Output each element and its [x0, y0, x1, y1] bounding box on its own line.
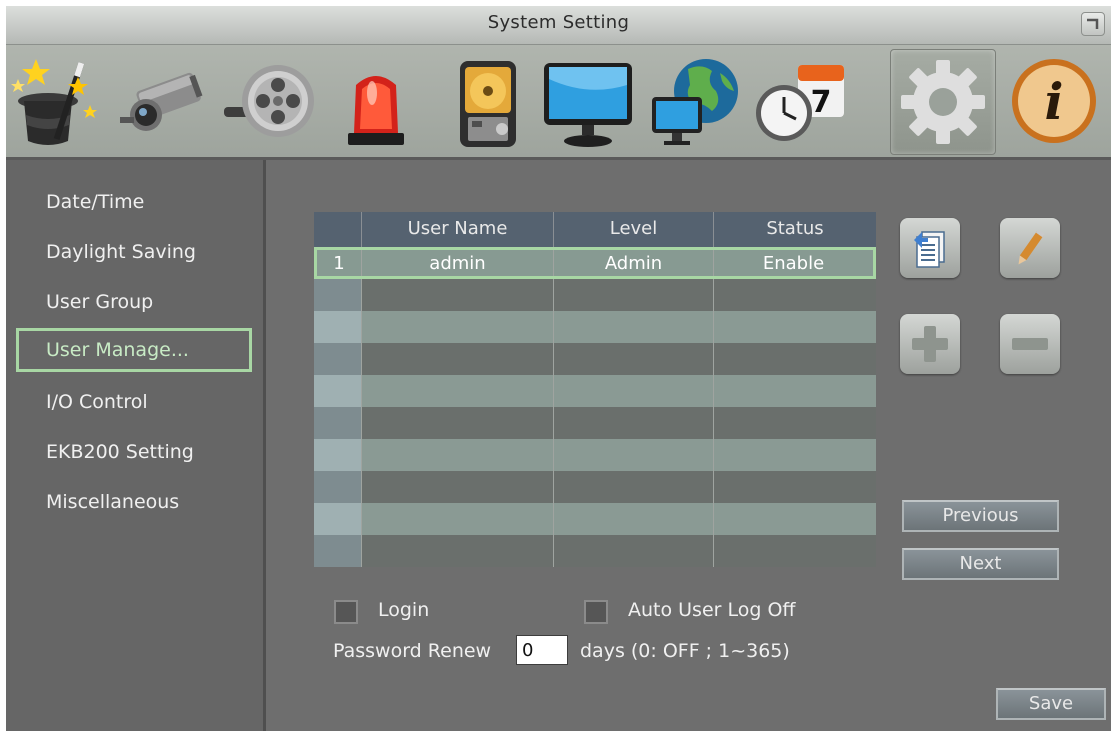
sidebar-item-date-time[interactable]: Date/Time [16, 180, 252, 224]
sidebar-item-ekb200-setting[interactable]: EKB200 Setting [16, 430, 252, 474]
col-header-user-name: User Name [362, 212, 554, 247]
table-row[interactable] [314, 343, 876, 375]
system-gear-icon[interactable] [890, 49, 996, 155]
return-button[interactable] [1081, 12, 1105, 36]
add-user-button[interactable] [900, 314, 960, 374]
user-table: User Name Level Status 1 admin Admin Ena… [314, 212, 876, 568]
schedule-icon[interactable]: 7 [748, 49, 852, 153]
sidebar-item-user-manage[interactable]: User Manage... [16, 328, 252, 372]
settings-sidebar: Date/Time Daylight Saving User Group Use… [6, 160, 266, 731]
previous-button[interactable]: Previous [902, 500, 1059, 532]
alarm-icon[interactable] [324, 49, 428, 153]
table-row[interactable] [314, 503, 876, 535]
auto-user-log-off-checkbox[interactable] [584, 600, 608, 624]
table-row[interactable] [314, 535, 876, 567]
row-status: Enable [762, 253, 825, 274]
col-header-level: Level [554, 212, 714, 247]
row-index: 1 [333, 253, 345, 274]
info-icon[interactable]: i [1002, 49, 1106, 153]
sidebar-item-daylight-saving[interactable]: Daylight Saving [16, 230, 252, 274]
edit-user-button[interactable] [1000, 218, 1060, 278]
wizard-icon[interactable] [6, 49, 110, 153]
password-renew-hint: days (0: OFF ; 1~365) [580, 640, 790, 662]
record-icon[interactable] [218, 49, 322, 153]
window-title: System Setting [487, 12, 630, 33]
row-level: Admin [604, 253, 663, 274]
table-row[interactable] [314, 375, 876, 407]
table-row[interactable] [314, 279, 876, 311]
camera-icon[interactable] [112, 49, 216, 153]
svg-text:7: 7 [811, 85, 832, 120]
login-label: Login [378, 599, 430, 621]
sidebar-item-io-control[interactable]: I/O Control [16, 380, 252, 424]
table-row[interactable]: 1 admin Admin Enable [314, 247, 876, 279]
next-button[interactable]: Next [902, 548, 1059, 580]
row-user-name: admin [429, 253, 486, 274]
table-row[interactable] [314, 471, 876, 503]
password-renew-label: Password Renew [333, 640, 492, 662]
svg-text:i: i [1045, 72, 1064, 131]
delete-user-button[interactable] [1000, 314, 1060, 374]
monitor-icon[interactable] [536, 49, 640, 153]
auto-user-log-off-label: Auto User Log Off [628, 599, 796, 621]
view-user-button[interactable] [900, 218, 960, 278]
save-button[interactable]: Save [996, 688, 1106, 720]
table-row[interactable] [314, 311, 876, 343]
disk-icon[interactable] [430, 49, 534, 153]
network-icon[interactable] [642, 49, 746, 153]
col-header-index [314, 212, 362, 247]
dvr-settings-window: System Setting 7 i Date/Time Daylight Sa… [6, 6, 1111, 731]
login-checkbox[interactable] [334, 600, 358, 624]
title-bar: System Setting [6, 6, 1111, 45]
table-row[interactable] [314, 407, 876, 439]
col-header-status: Status [714, 212, 876, 247]
table-row[interactable] [314, 439, 876, 471]
sidebar-item-user-group[interactable]: User Group [16, 280, 252, 324]
user-manage-panel: User Name Level Status 1 admin Admin Ena… [266, 160, 1111, 731]
password-renew-input[interactable] [516, 635, 568, 665]
sidebar-item-miscellaneous[interactable]: Miscellaneous [16, 480, 252, 524]
category-toolbar: 7 i [6, 45, 1111, 160]
